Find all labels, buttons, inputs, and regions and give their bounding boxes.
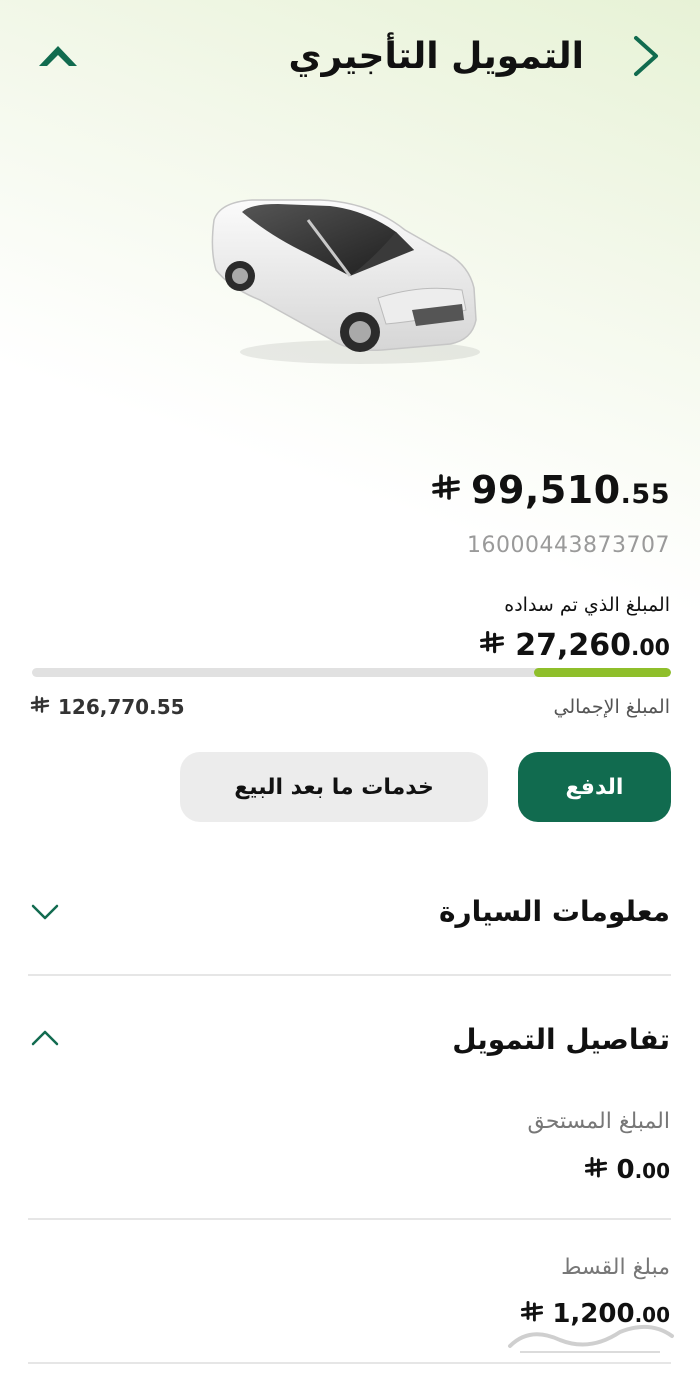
car-info-section-title[interactable]: معلومات السيارة — [439, 890, 670, 934]
saudi-riyal-icon — [431, 473, 461, 507]
total-amount: 126,770.55 — [30, 690, 185, 724]
installment-amount-label: مبلغ القسط — [561, 1255, 670, 1280]
car-image — [200, 180, 490, 380]
back-chevron-icon[interactable] — [628, 32, 664, 80]
after-sales-services-button[interactable]: خدمات ما بعد البيع — [180, 752, 488, 822]
saudi-riyal-icon — [584, 1156, 608, 1184]
due-amount: 0.00 — [584, 1148, 670, 1192]
payment-progress-bar — [32, 668, 671, 677]
due-amount-label: المبلغ المستحق — [527, 1109, 670, 1134]
contract-number: 16000443873707 — [467, 533, 670, 558]
payment-progress-fill — [533, 668, 671, 677]
total-amount-label: المبلغ الإجمالي — [553, 696, 671, 718]
paid-amount-label: المبلغ الذي تم سداده — [504, 594, 670, 616]
financing-details-section-title[interactable]: تفاصيل التمويل — [452, 1018, 670, 1062]
balance-amount: 99,510.55 — [471, 468, 670, 512]
brand-logo-icon — [36, 40, 80, 72]
field-divider — [28, 1218, 671, 1220]
haraj-watermark-logo — [500, 1318, 680, 1358]
pay-button[interactable]: الدفع — [518, 752, 671, 822]
chevron-down-icon[interactable] — [30, 902, 60, 922]
section-divider — [28, 974, 671, 976]
field-divider — [28, 1362, 671, 1364]
chevron-up-icon[interactable] — [30, 1028, 60, 1048]
saudi-riyal-icon — [30, 695, 50, 719]
saudi-riyal-icon — [479, 630, 505, 660]
page-title: التمويل التأجيري — [288, 36, 584, 77]
paid-amount: 27,260.00 — [479, 622, 670, 668]
outstanding-balance: 99,510.55 — [431, 462, 670, 518]
